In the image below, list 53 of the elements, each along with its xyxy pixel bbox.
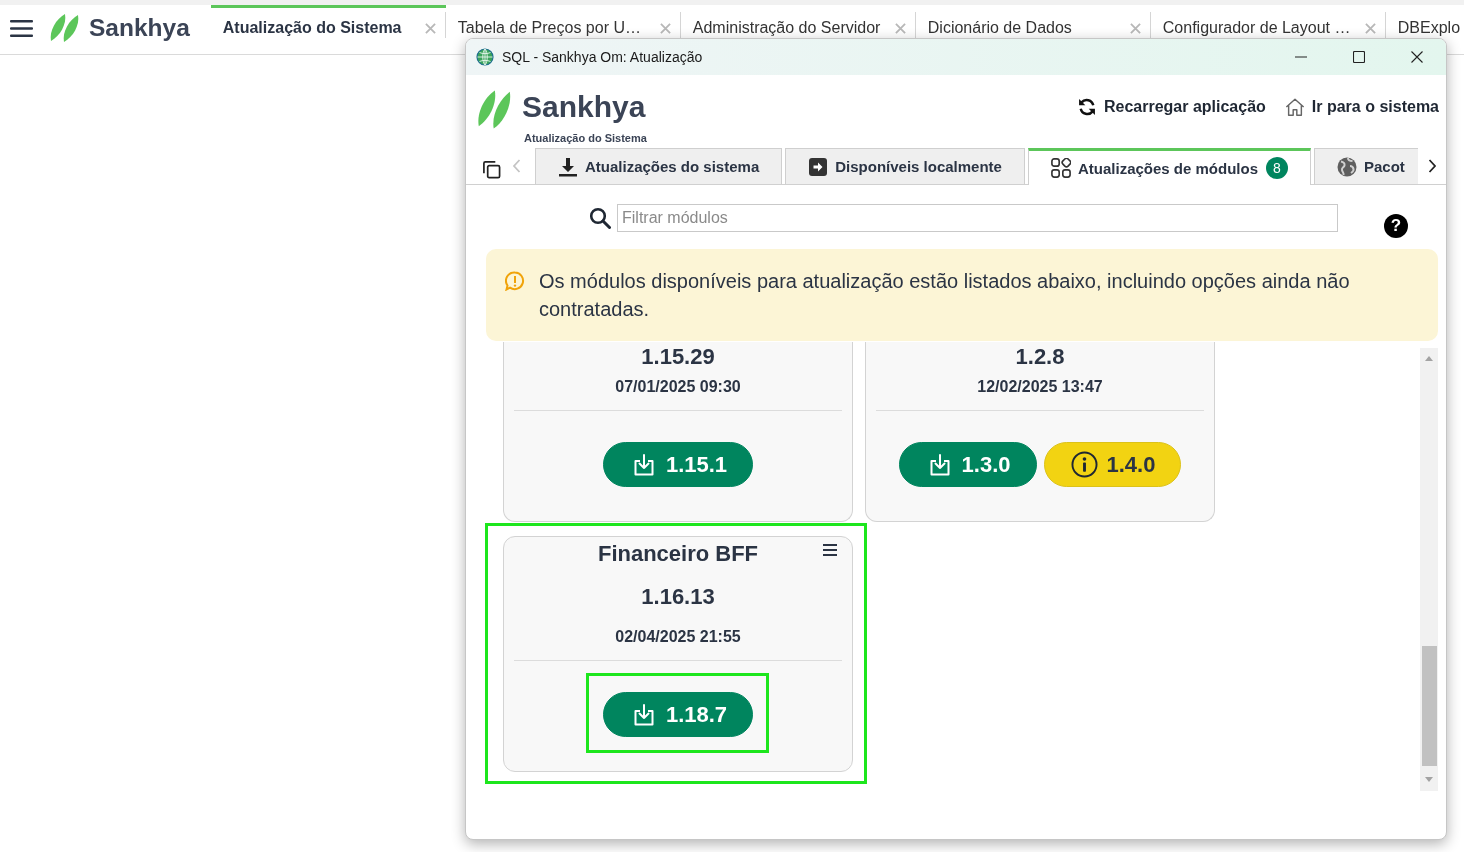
tab[interactable]: Disponíveis localmente xyxy=(785,148,1025,184)
scroll-thumb[interactable] xyxy=(1421,646,1437,766)
globe-icon xyxy=(1337,156,1357,177)
download-icon xyxy=(558,156,578,177)
close-icon[interactable] xyxy=(1364,22,1376,34)
copy-icon[interactable] xyxy=(482,160,501,179)
version-text: 1.2.8 xyxy=(1015,344,1065,370)
refresh-icon xyxy=(1076,97,1097,117)
close-icon[interactable] xyxy=(894,22,906,34)
alert-message: Os módulos disponíveis para atualização estão listados abaixo, incluindo opções ainda não contratadas. xyxy=(539,269,1351,322)
brand-subtitle: Atualização do Sistema xyxy=(524,131,647,145)
home-icon xyxy=(1284,97,1305,117)
home-button[interactable]: Ir para o sistema xyxy=(1284,97,1439,117)
close-icon[interactable] xyxy=(1129,22,1141,34)
card-title: Financeiro BFF xyxy=(597,541,759,567)
close-icon[interactable] xyxy=(424,22,436,34)
globe-icon xyxy=(476,48,494,66)
scrollbar[interactable] xyxy=(1420,348,1438,791)
menu-icon[interactable] xyxy=(823,544,837,556)
date-text: 12/02/2025 13:47 xyxy=(977,378,1103,396)
info-icon xyxy=(1070,451,1098,478)
grid-icon xyxy=(1050,158,1071,178)
brand-name: Sankhya xyxy=(522,90,647,124)
download-button[interactable]: 1.3.0 xyxy=(898,442,1037,487)
warning-icon xyxy=(505,271,525,291)
maximize-icon xyxy=(1353,51,1365,63)
download-button[interactable]: 1.15.1 xyxy=(602,442,754,487)
help-button[interactable]: ? xyxy=(1384,214,1408,238)
window-title: SQL - Sankhya Om: Atualização xyxy=(502,49,704,65)
version-text: 1.16.13 xyxy=(641,584,715,610)
menu-icon[interactable] xyxy=(10,19,33,37)
scroll-up-icon[interactable] xyxy=(1425,356,1433,361)
scroll-down-icon[interactable] xyxy=(1425,777,1433,782)
close-icon[interactable] xyxy=(659,22,671,34)
reload-button[interactable]: Recarregar aplicação xyxy=(1076,97,1266,117)
tab[interactable]: Atualizações do sistema xyxy=(535,148,783,184)
date-text: 07/01/2025 09:30 xyxy=(615,378,741,396)
info-button[interactable]: 1.4.0 xyxy=(1043,442,1182,487)
tab[interactable]: Pacot xyxy=(1314,148,1418,184)
search-field[interactable]: Filtrar módulos xyxy=(617,204,1338,232)
date-text: 02/04/2025 21:55 xyxy=(615,628,741,646)
search-icon xyxy=(589,207,611,229)
app-tab[interactable]: Atualização do Sistema xyxy=(210,5,446,38)
chevron-left-icon[interactable] xyxy=(512,159,521,173)
brand-name: Sankhya xyxy=(89,14,190,42)
version-text: 1.15.29 xyxy=(641,344,715,370)
close-icon xyxy=(1411,51,1423,63)
chevron-right-icon[interactable] xyxy=(1428,159,1437,173)
tab[interactable]: Atualizações de módulos 8 xyxy=(1027,148,1311,185)
arrow-box-icon xyxy=(808,156,829,177)
download-button[interactable]: 1.18.7 xyxy=(602,692,754,737)
minimize-icon xyxy=(1295,56,1307,58)
count-badge: 8 xyxy=(1266,157,1288,179)
